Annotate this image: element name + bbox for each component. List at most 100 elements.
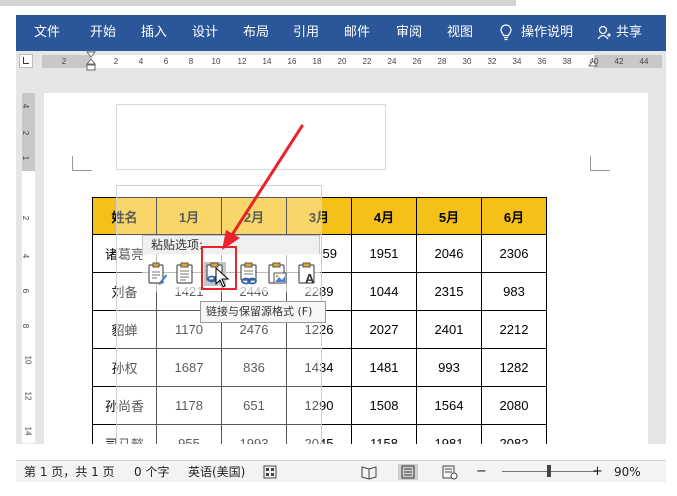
ruler-label: 8 bbox=[188, 57, 194, 66]
table-cell[interactable]: 孙权 bbox=[92, 348, 157, 387]
crop-mark bbox=[72, 170, 92, 171]
table-cell[interactable]: 836 bbox=[221, 348, 287, 387]
crop-mark bbox=[590, 170, 610, 171]
keep-source-formatting-icon[interactable] bbox=[146, 262, 168, 286]
tab-selector[interactable] bbox=[19, 54, 33, 68]
column-header[interactable]: 5月 bbox=[416, 197, 482, 235]
page-count[interactable]: 第 1 页，共 1 页 bbox=[24, 465, 115, 479]
ruler-label: 2 bbox=[61, 57, 67, 66]
table-cell[interactable]: 993 bbox=[416, 348, 482, 387]
table-cell[interactable]: 1044 bbox=[351, 272, 417, 311]
table-cell[interactable]: 2045 bbox=[286, 424, 352, 444]
table-cell[interactable]: 1687 bbox=[156, 348, 222, 387]
table-cell[interactable]: 983 bbox=[481, 272, 547, 311]
ruler-label: 2 bbox=[21, 130, 31, 136]
table-cell[interactable]: 1282 bbox=[481, 348, 547, 387]
top-gray-strip bbox=[0, 0, 516, 6]
print-layout-icon[interactable] bbox=[398, 464, 418, 480]
ruler-label: 14 bbox=[262, 57, 272, 66]
tab-layout[interactable]: 布局 bbox=[243, 25, 269, 41]
zoom-in-button[interactable]: + bbox=[592, 465, 603, 479]
ruler-label: 1 bbox=[21, 155, 31, 161]
table-cell[interactable]: 司马懿 bbox=[92, 424, 157, 444]
table-cell[interactable]: 2080 bbox=[481, 386, 547, 425]
tab-view[interactable]: 视图 bbox=[447, 25, 473, 41]
word-count[interactable]: 0 个字 bbox=[134, 465, 169, 479]
table-cell[interactable]: 2315 bbox=[416, 272, 482, 311]
crop-mark bbox=[72, 156, 73, 170]
table-cell[interactable]: 1178 bbox=[156, 386, 222, 425]
table-cell[interactable]: 1508 bbox=[351, 386, 417, 425]
tab-references[interactable]: 引用 bbox=[293, 25, 319, 41]
table-cell[interactable]: 2046 bbox=[416, 234, 482, 273]
table-cell[interactable]: 1481 bbox=[351, 348, 417, 387]
zoom-out-button[interactable]: − bbox=[476, 465, 487, 479]
table-cell[interactable]: 1951 bbox=[351, 234, 417, 273]
column-header[interactable]: 3月 bbox=[286, 197, 352, 235]
language-indicator[interactable]: 英语(美国) bbox=[188, 465, 245, 479]
tab-mailings[interactable]: 邮件 bbox=[344, 25, 370, 41]
table-cell[interactable]: 1290 bbox=[286, 386, 352, 425]
table-cell[interactable]: 651 bbox=[221, 386, 287, 425]
table-cell[interactable]: 2027 bbox=[351, 310, 417, 349]
ruler-label: 44 bbox=[639, 57, 649, 66]
ruler-label: 28 bbox=[437, 57, 447, 66]
paste-picture-icon[interactable] bbox=[266, 262, 288, 286]
table-cell[interactable]: 貂蝉 bbox=[92, 310, 157, 349]
table-cell[interactable]: 1981 bbox=[416, 424, 482, 444]
ruler-label: 32 bbox=[487, 57, 497, 66]
table-row: 孙尚香 1178 651 1290 1508 1564 2080 bbox=[92, 386, 547, 425]
vertical-scrollbar[interactable] bbox=[648, 71, 666, 444]
status-bar: 第 1 页，共 1 页 0 个字 英语(美国) − + 90% bbox=[16, 460, 666, 482]
read-mode-icon[interactable] bbox=[359, 464, 379, 480]
merge-formatting-icon[interactable] bbox=[174, 262, 196, 286]
right-indent-marker-icon[interactable] bbox=[588, 59, 598, 67]
table-cell[interactable]: 2401 bbox=[416, 310, 482, 349]
header-area[interactable] bbox=[116, 104, 386, 170]
web-layout-icon[interactable] bbox=[440, 464, 460, 480]
column-header[interactable]: 4月 bbox=[351, 197, 417, 235]
table-cell[interactable]: 1564 bbox=[416, 386, 482, 425]
zoom-level[interactable]: 90% bbox=[614, 465, 641, 479]
ruler-right-margin bbox=[594, 55, 662, 68]
tab-file[interactable]: 文件 bbox=[34, 25, 60, 41]
link-use-destination-icon[interactable] bbox=[238, 262, 260, 286]
ruler-label: 26 bbox=[412, 57, 422, 66]
column-header[interactable]: 1月 bbox=[156, 197, 222, 235]
zoom-slider-thumb[interactable] bbox=[547, 465, 551, 477]
tab-design[interactable]: 设计 bbox=[192, 25, 218, 41]
tab-insert[interactable]: 插入 bbox=[141, 25, 167, 41]
ruler-label: 6 bbox=[163, 57, 169, 66]
table-cell[interactable]: 孙尚香 bbox=[92, 386, 157, 425]
column-header[interactable]: 姓名 bbox=[92, 197, 157, 235]
table-cell[interactable]: 2306 bbox=[481, 234, 547, 273]
share-button[interactable]: 共享 bbox=[616, 25, 642, 41]
highlight-box bbox=[201, 246, 237, 290]
vertical-ruler[interactable]: 4 2 1 2 4 6 8 10 12 14 bbox=[21, 93, 35, 443]
column-header[interactable]: 6月 bbox=[481, 197, 547, 235]
document-canvas[interactable]: 姓名 1月 2月 3月 4月 5月 6月 诸葛亮 59 1951 2046 23… bbox=[44, 71, 666, 444]
column-header[interactable]: 2月 bbox=[221, 197, 287, 235]
document-page[interactable]: 姓名 1月 2月 3月 4月 5月 6月 诸葛亮 59 1951 2046 23… bbox=[44, 93, 648, 444]
ruler-label: 18 bbox=[312, 57, 322, 66]
tab-home[interactable]: 开始 bbox=[90, 25, 116, 41]
table-cell[interactable]: 1993 bbox=[221, 424, 287, 444]
ruler-label: 4 bbox=[138, 57, 144, 66]
ruler-label: 10 bbox=[211, 57, 221, 66]
horizontal-ruler[interactable]: 2 2 4 6 8 10 12 14 16 18 20 22 24 26 28 … bbox=[42, 55, 662, 68]
tell-me-search[interactable]: 操作说明 bbox=[521, 25, 573, 41]
ruler-label: 42 bbox=[614, 57, 624, 66]
table-cell[interactable]: 955 bbox=[156, 424, 222, 444]
macro-record-icon[interactable] bbox=[263, 465, 277, 479]
ruler-label: 2 bbox=[113, 57, 119, 66]
ribbon-tab-bar: 文件 开始 插入 设计 布局 引用 邮件 审阅 视图 操作说明 共享 bbox=[16, 15, 666, 51]
table-cell[interactable]: 1158 bbox=[351, 424, 417, 444]
table-cell[interactable]: 2082 bbox=[481, 424, 547, 444]
keep-text-only-icon[interactable]: A bbox=[296, 262, 318, 286]
table-cell[interactable]: 1434 bbox=[286, 348, 352, 387]
ruler-left-margin bbox=[42, 55, 91, 68]
tab-review[interactable]: 审阅 bbox=[396, 25, 422, 41]
ruler-label: 2 bbox=[21, 215, 31, 221]
table-cell[interactable]: 2212 bbox=[481, 310, 547, 349]
paste-tooltip: 链接与保留源格式 (F) bbox=[200, 301, 326, 323]
